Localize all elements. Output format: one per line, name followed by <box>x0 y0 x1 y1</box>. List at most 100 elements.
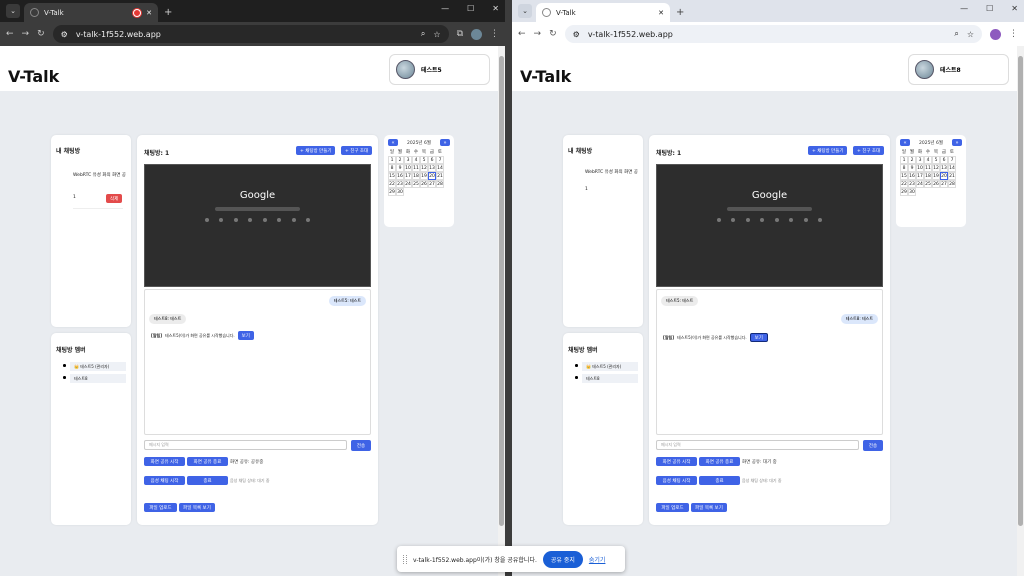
share-start-button[interactable]: 화면 공유 시작 <box>144 457 185 466</box>
calendar-day[interactable]: 21 <box>436 172 444 180</box>
calendar-day[interactable]: 19 <box>420 172 428 180</box>
calendar-day[interactable]: 9 <box>908 164 916 172</box>
prev-month-button[interactable]: « <box>388 139 398 146</box>
view-screen-button[interactable]: 보기 <box>237 331 254 340</box>
calendar-day[interactable]: 27 <box>940 180 948 188</box>
calendar-day[interactable]: 22 <box>900 180 908 188</box>
calendar-day[interactable]: 26 <box>932 180 940 188</box>
calendar-day[interactable]: 16 <box>396 172 404 180</box>
calendar-day[interactable]: 10 <box>404 164 412 172</box>
calendar-day[interactable]: 17 <box>404 172 412 180</box>
hide-link[interactable]: 숨기기 <box>589 555 606 564</box>
calendar-day[interactable]: 2 <box>396 156 404 164</box>
back-icon[interactable]: ← <box>6 29 14 39</box>
calendar-day[interactable]: 20 <box>940 172 948 180</box>
maximize-button[interactable]: ☐ <box>986 4 993 13</box>
reload-icon[interactable]: ↻ <box>37 29 45 39</box>
forward-icon[interactable]: → <box>22 29 30 39</box>
calendar-day[interactable]: 5 <box>932 156 940 164</box>
minimize-button[interactable]: — <box>960 4 968 13</box>
calendar-day[interactable]: 11 <box>412 164 420 172</box>
message-input[interactable]: 메시지 입력 <box>144 440 347 450</box>
close-window-button[interactable]: ✕ <box>492 4 499 13</box>
calendar-day[interactable]: 30 <box>908 188 916 196</box>
calendar-day[interactable]: 24 <box>916 180 924 188</box>
calendar-day[interactable]: 21 <box>948 172 956 180</box>
invite-friend-button[interactable]: + 친구 초대 <box>341 146 373 155</box>
voice-end-button[interactable]: 종료 <box>187 476 228 485</box>
tab-search-button[interactable]: ⌄ <box>6 4 20 18</box>
calendar-day[interactable]: 7 <box>948 156 956 164</box>
bookmark-star-icon[interactable]: ☆ <box>967 30 974 39</box>
calendar-day[interactable]: 28 <box>948 180 956 188</box>
calendar-day[interactable]: 8 <box>388 164 396 172</box>
forward-icon[interactable]: → <box>534 29 542 39</box>
calendar-day[interactable]: 1 <box>388 156 396 164</box>
shared-screen-video[interactable]: Google <box>656 164 883 287</box>
calendar-day[interactable]: 29 <box>388 188 396 196</box>
calendar-day[interactable]: 1 <box>900 156 908 164</box>
send-button[interactable]: 전송 <box>351 440 371 451</box>
bookmark-star-icon[interactable]: ☆ <box>433 30 440 39</box>
calendar-day[interactable]: 23 <box>908 180 916 188</box>
calendar-day[interactable]: 19 <box>932 172 940 180</box>
page-scrollbar[interactable] <box>498 46 505 576</box>
delete-room-button[interactable]: 삭제 <box>106 194 123 203</box>
tab-close-icon[interactable]: ✕ <box>146 9 152 17</box>
send-button[interactable]: 전송 <box>863 440 883 451</box>
reload-icon[interactable]: ↻ <box>549 29 557 39</box>
room-item-name[interactable]: WebRTC 유성 화의 화면 공 <box>73 172 129 178</box>
calendar-day[interactable]: 29 <box>900 188 908 196</box>
maximize-button[interactable]: ☐ <box>467 4 474 13</box>
calendar-day[interactable]: 16 <box>908 172 916 180</box>
stop-sharing-button[interactable]: 공유 중지 <box>542 550 583 568</box>
address-bar[interactable]: ⚙ v-talk-1f552.web.app ⌕ ☆ <box>564 25 982 43</box>
calendar-day[interactable]: 3 <box>404 156 412 164</box>
room-item-1[interactable]: 1 <box>585 187 588 192</box>
user-profile-card[interactable]: 테스트5 <box>389 54 490 85</box>
calendar-day[interactable]: 14 <box>436 164 444 172</box>
message-input[interactable]: 메시지 입력 <box>656 440 859 450</box>
drag-handle-icon[interactable] <box>403 554 407 564</box>
calendar-day[interactable]: 12 <box>932 164 940 172</box>
more-menu-icon[interactable]: ⋮ <box>1009 29 1018 39</box>
back-icon[interactable]: ← <box>518 29 526 39</box>
calendar-day[interactable]: 11 <box>924 164 932 172</box>
calendar-day[interactable]: 23 <box>396 180 404 188</box>
share-stop-button[interactable]: 화면 공유 종료 <box>699 457 740 466</box>
file-upload-button[interactable]: 파일 업로드 <box>656 503 689 512</box>
share-stop-button[interactable]: 화면 공유 종료 <box>187 457 228 466</box>
calendar-day[interactable]: 18 <box>924 172 932 180</box>
room-item-name[interactable]: WebRTC 유성 화의 화면 공 <box>585 169 641 175</box>
calendar-day[interactable]: 27 <box>428 180 436 188</box>
calendar-day[interactable]: 12 <box>420 164 428 172</box>
calendar-day[interactable]: 28 <box>436 180 444 188</box>
calendar-day[interactable]: 20 <box>428 172 436 180</box>
shared-screen-video[interactable]: Google <box>144 164 371 287</box>
calendar-day[interactable]: 9 <box>396 164 404 172</box>
create-room-button[interactable]: + 채팅방 만들기 <box>296 146 336 155</box>
calendar-day[interactable]: 17 <box>916 172 924 180</box>
close-window-button[interactable]: ✕ <box>1011 4 1018 13</box>
user-profile-card[interactable]: 테스트8 <box>908 54 1009 85</box>
voice-end-button[interactable]: 종료 <box>699 476 740 485</box>
calendar-day[interactable]: 13 <box>428 164 436 172</box>
calendar-day[interactable]: 24 <box>404 180 412 188</box>
calendar-day[interactable]: 4 <box>412 156 420 164</box>
page-scrollbar[interactable] <box>1017 46 1024 576</box>
view-screen-button[interactable]: 보기 <box>749 333 768 342</box>
calendar-day[interactable]: 30 <box>396 188 404 196</box>
site-info-icon[interactable]: ⚙ <box>573 30 580 39</box>
tab-search-button[interactable]: ⌄ <box>518 4 532 18</box>
address-bar[interactable]: ⚙ v-talk-1f552.web.app ⌕ ☆ <box>52 25 449 43</box>
calendar-day[interactable]: 26 <box>420 180 428 188</box>
new-tab-button[interactable]: + <box>676 7 684 18</box>
next-month-button[interactable]: » <box>440 139 450 146</box>
invite-friend-button[interactable]: + 친구 초대 <box>853 146 885 155</box>
site-info-icon[interactable]: ⚙ <box>61 30 68 39</box>
calendar-day[interactable]: 6 <box>940 156 948 164</box>
calendar-day[interactable]: 15 <box>388 172 396 180</box>
create-room-button[interactable]: + 채팅방 만들기 <box>808 146 848 155</box>
tab-close-icon[interactable]: ✕ <box>658 9 664 17</box>
calendar-day[interactable]: 2 <box>908 156 916 164</box>
